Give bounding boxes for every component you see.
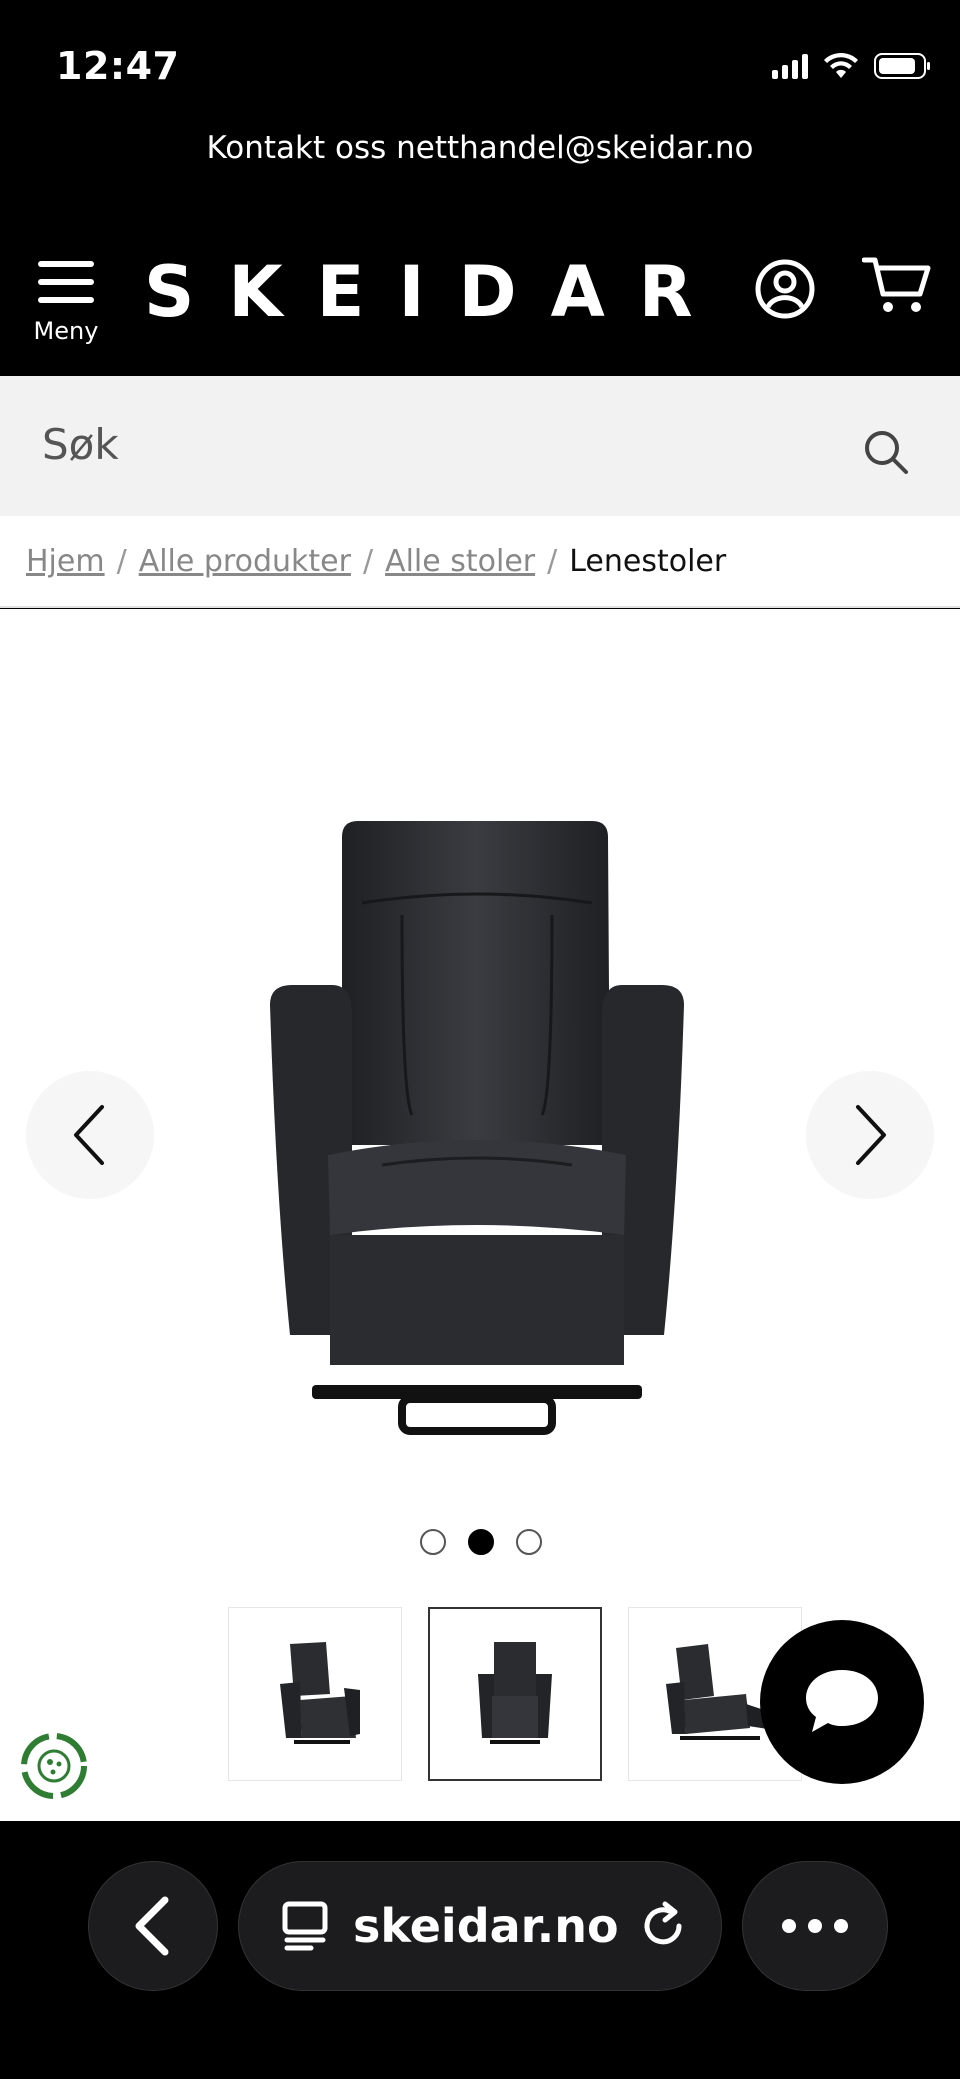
address-url: skeidar.no [353,1899,619,1953]
chevron-left-icon [74,1105,104,1165]
signal-icon [772,53,808,79]
chat-button[interactable] [760,1620,924,1784]
back-arrow-icon [135,1896,169,1956]
tab-overview-icon [282,1901,328,1951]
more-dot [834,1919,848,1933]
product-image[interactable] [262,815,692,1455]
search-icon[interactable] [862,428,910,476]
chair-thumbnail-image [478,1642,552,1744]
breadcrumb-separator: / [362,543,374,579]
breadcrumb-link-all-products[interactable]: Alle produkter [139,544,351,579]
cart-icon[interactable] [862,254,932,316]
chair-thumbnail-image [280,1642,360,1744]
menu-label: Meny [33,317,99,345]
wifi-icon [824,52,858,78]
contact-bar[interactable]: Kontakt oss netthandel@skeidar.no [0,118,960,178]
status-bar: 12:47 [0,0,960,120]
thumbnail-strip [228,1607,802,1781]
browser-back-button[interactable] [88,1861,218,1991]
chat-bubble-icon [806,1670,878,1732]
site-logo[interactable]: SKEIDAR [144,247,727,337]
breadcrumb-separator: / [547,543,558,579]
account-icon[interactable] [754,258,816,320]
thumbnail-2[interactable] [428,1607,602,1781]
hamburger-icon [38,257,94,307]
breadcrumb-link-all-chairs[interactable]: Alle stoler [385,544,535,579]
site-header: Meny SKEIDAR [0,225,960,375]
gallery-dots [420,1529,542,1555]
menu-button[interactable]: Meny [30,257,102,349]
gallery-dot[interactable] [420,1529,446,1555]
status-time: 12:47 [56,44,180,88]
breadcrumb: Hjem / Alle produkter / Alle stoler / Le… [0,516,960,608]
breadcrumb-current: Lenestoler [569,543,727,579]
reload-icon[interactable] [635,1898,691,1954]
battery-icon [874,53,930,79]
gallery-next-button[interactable] [806,1071,934,1199]
more-options-button[interactable] [742,1861,888,1991]
chevron-right-icon [856,1105,886,1165]
recycle-badge-icon[interactable] [18,1730,90,1802]
status-icons [772,52,932,80]
gallery-prev-button[interactable] [26,1071,154,1199]
breadcrumb-separator: / [116,543,127,579]
more-dot [808,1919,822,1933]
thumbnail-1[interactable] [228,1607,402,1781]
search-input[interactable]: Søk [42,420,119,469]
browser-toolbar: skeidar.no [0,1821,960,2079]
more-dot [782,1919,796,1933]
gallery-dot-active[interactable] [468,1529,494,1555]
breadcrumb-link-home[interactable]: Hjem [26,544,105,579]
search-bar[interactable]: Søk [0,376,960,516]
gallery-dot[interactable] [516,1529,542,1555]
address-bar[interactable]: skeidar.no [238,1861,722,1991]
